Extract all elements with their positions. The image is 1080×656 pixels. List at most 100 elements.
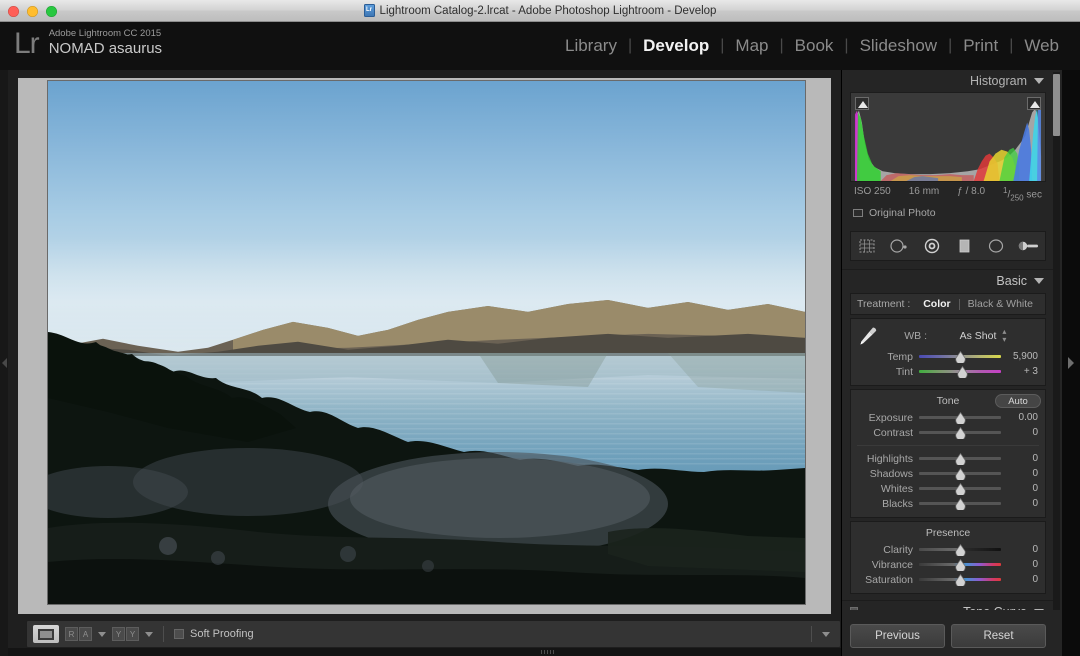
temp-value[interactable]: 5,900 — [1001, 351, 1045, 362]
minimize-button[interactable] — [27, 6, 38, 17]
adjustment-brush-tool[interactable] — [1017, 236, 1041, 256]
maximize-button[interactable] — [46, 6, 57, 17]
tint-slider-knob[interactable] — [957, 366, 968, 378]
red-eye-correction-tool[interactable] — [920, 236, 944, 256]
contrast-slider-row[interactable]: Contrast 0 — [851, 425, 1045, 440]
view-toolbar[interactable]: R A Y Y Soft Proofing — [26, 620, 841, 648]
exposure-slider-track[interactable] — [919, 412, 1001, 423]
blacks-slider-row[interactable]: Blacks 0 — [851, 496, 1045, 511]
module-map[interactable]: Map — [724, 36, 779, 56]
photo-canvas[interactable] — [48, 81, 805, 604]
treatment-bw-option[interactable]: Black & White — [960, 298, 1041, 310]
chevron-down-icon[interactable] — [1034, 609, 1044, 610]
before-after-ra-caret-icon[interactable] — [98, 632, 106, 637]
whites-slider-row[interactable]: Whites 0 — [851, 481, 1045, 496]
module-slideshow[interactable]: Slideshow — [849, 36, 949, 56]
auto-tone-button[interactable]: Auto — [995, 394, 1041, 408]
stepper-icon[interactable]: ▴▾ — [1002, 328, 1006, 344]
shadow-clipping-indicator[interactable] — [855, 97, 869, 110]
white-balance-row[interactable]: WB : As Shot▴▾ — [851, 323, 1045, 349]
left-panel-toggle[interactable] — [0, 70, 8, 656]
treatment-row[interactable]: Treatment : Color Black & White — [850, 293, 1046, 315]
graduated-filter-tool[interactable] — [952, 236, 976, 256]
saturation-slider-row[interactable]: Saturation 0 — [851, 572, 1045, 587]
module-print[interactable]: Print — [952, 36, 1009, 56]
exposure-slider-row[interactable]: Exposure 0.00 — [851, 410, 1045, 425]
chevron-down-icon[interactable] — [1034, 78, 1044, 84]
radial-filter-tool[interactable] — [984, 236, 1008, 256]
blacks-slider-track[interactable] — [919, 498, 1001, 509]
soft-proofing-checkbox[interactable] — [174, 629, 184, 639]
vibrance-value[interactable]: 0 — [1001, 559, 1045, 570]
module-web[interactable]: Web — [1013, 36, 1070, 56]
highlights-value[interactable]: 0 — [1001, 453, 1045, 464]
panel-action-buttons[interactable]: Previous Reset — [842, 624, 1054, 648]
right-panel-toggle[interactable] — [1062, 70, 1080, 656]
clarity-slider-track[interactable] — [919, 544, 1001, 555]
right-panel-scroll-thumb[interactable] — [1053, 74, 1060, 136]
saturation-slider-track[interactable] — [919, 574, 1001, 585]
whites-slider-track[interactable] — [919, 483, 1001, 494]
exposure-slider-knob[interactable] — [955, 412, 966, 424]
previous-button[interactable]: Previous — [850, 624, 945, 648]
treatment-color-option[interactable]: Color — [915, 298, 958, 310]
basic-panel-header[interactable]: Basic — [842, 269, 1054, 291]
crop-overlay-tool[interactable] — [855, 236, 879, 256]
saturation-slider-knob[interactable] — [955, 574, 966, 586]
blacks-slider-knob[interactable] — [955, 498, 966, 510]
whites-value[interactable]: 0 — [1001, 483, 1045, 494]
highlight-clipping-indicator[interactable] — [1027, 97, 1041, 110]
shadows-slider-track[interactable] — [919, 468, 1001, 479]
histogram-panel-header[interactable]: Histogram — [842, 70, 1054, 92]
toolbar-options-caret-icon[interactable] — [822, 632, 830, 637]
tone-curve-panel-header[interactable]: Tone Curve — [842, 600, 1054, 610]
shadows-slider-row[interactable]: Shadows 0 — [851, 466, 1045, 481]
chevron-down-icon[interactable] — [1034, 278, 1044, 284]
original-photo-row[interactable]: Original Photo — [850, 207, 1046, 219]
contrast-slider-track[interactable] — [919, 427, 1001, 438]
right-panel-scrollbar[interactable] — [1053, 72, 1060, 610]
module-library[interactable]: Library — [554, 36, 628, 56]
develop-tool-strip[interactable] — [850, 231, 1046, 261]
white-balance-value[interactable]: As Shot▴▾ — [927, 328, 1045, 344]
module-picker[interactable]: Library | Develop | Map | Book | Slidesh… — [554, 22, 1070, 70]
highlights-slider-track[interactable] — [919, 453, 1001, 464]
spot-removal-tool[interactable] — [887, 236, 911, 256]
highlights-slider-knob[interactable] — [955, 453, 966, 465]
temp-slider-track[interactable] — [919, 351, 1001, 362]
tone-curve-switch-icon[interactable] — [850, 607, 858, 610]
white-balance-selector-icon[interactable] — [851, 324, 885, 348]
clarity-slider-knob[interactable] — [955, 544, 966, 556]
shadows-slider-knob[interactable] — [955, 468, 966, 480]
loupe-view-button[interactable] — [33, 625, 59, 643]
module-book[interactable]: Book — [784, 36, 845, 56]
vibrance-slider-knob[interactable] — [955, 559, 966, 571]
contrast-value[interactable]: 0 — [1001, 427, 1045, 438]
tint-slider-track[interactable] — [919, 366, 1001, 377]
before-after-yy-caret-icon[interactable] — [145, 632, 153, 637]
tint-value[interactable]: + 3 — [1001, 366, 1045, 377]
identity-plate[interactable]: Lr Adobe Lightroom CC 2015 NOMAD asaurus — [14, 27, 162, 61]
module-develop[interactable]: Develop — [632, 36, 720, 56]
histogram-graph[interactable] — [850, 92, 1046, 182]
vibrance-slider-track[interactable] — [919, 559, 1001, 570]
reset-button[interactable]: Reset — [951, 624, 1046, 648]
before-after-yy-button[interactable]: Y Y — [112, 627, 139, 641]
exposure-value[interactable]: 0.00 — [1001, 412, 1045, 423]
tint-slider-row[interactable]: Tint + 3 — [851, 364, 1045, 379]
close-button[interactable] — [8, 6, 19, 17]
before-after-ra-button[interactable]: R A — [65, 627, 92, 641]
vibrance-slider-row[interactable]: Vibrance 0 — [851, 557, 1045, 572]
contrast-slider-knob[interactable] — [955, 427, 966, 439]
temp-slider-knob[interactable] — [955, 351, 966, 363]
window-controls[interactable] — [8, 6, 57, 17]
clarity-value[interactable]: 0 — [1001, 544, 1045, 555]
saturation-value[interactable]: 0 — [1001, 574, 1045, 585]
clarity-slider-row[interactable]: Clarity 0 — [851, 542, 1045, 557]
shadows-value[interactable]: 0 — [1001, 468, 1045, 479]
blacks-value[interactable]: 0 — [1001, 498, 1045, 509]
highlights-slider-row[interactable]: Highlights 0 — [851, 451, 1045, 466]
temp-slider-row[interactable]: Temp 5,900 — [851, 349, 1045, 364]
whites-slider-knob[interactable] — [955, 483, 966, 495]
exif-aperture: ƒ / 8.0 — [957, 186, 985, 202]
